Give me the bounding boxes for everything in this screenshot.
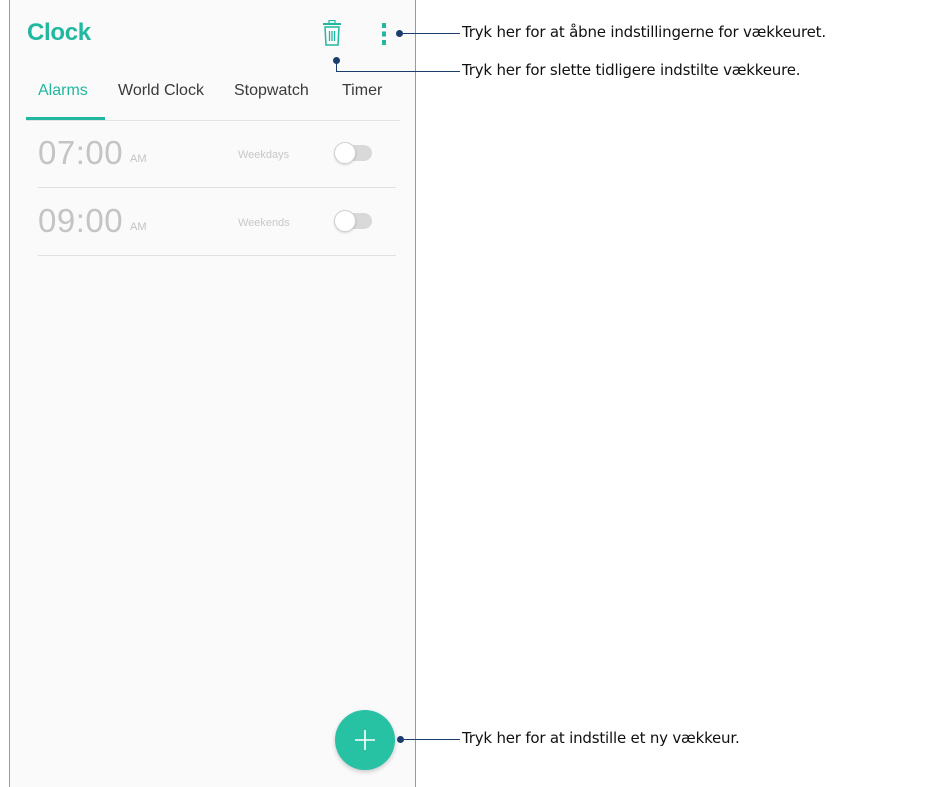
phone-screen: Clock Alarms World Clock Stopwatch Timer… [9, 0, 416, 787]
callout-line-delete [336, 71, 460, 72]
callout-add-text: Tryk her for at indstille et ny vækkeur. [462, 729, 740, 747]
toggle-knob [334, 142, 356, 164]
app-title: Clock [27, 19, 91, 46]
toggle-knob [334, 210, 356, 232]
alarm-row[interactable]: 07:00 AM Weekdays [38, 119, 396, 188]
overflow-menu-icon[interactable] [379, 22, 389, 46]
plus-icon [355, 730, 375, 750]
tab-timer[interactable]: Timer [342, 82, 382, 100]
alarm-ampm: AM [130, 153, 147, 165]
callout-delete-text: Tryk her for slette tidligere indstilte … [462, 61, 801, 79]
alarm-row[interactable]: 09:00 AM Weekends [38, 187, 396, 256]
tab-stopwatch[interactable]: Stopwatch [234, 82, 309, 100]
callout-settings-text: Tryk her for at åbne indstillingerne for… [462, 23, 826, 41]
add-alarm-button[interactable] [335, 710, 395, 770]
tab-alarms[interactable]: Alarms [38, 82, 88, 100]
alarm-ampm: AM [130, 221, 147, 233]
alarm-time: 09:00 [38, 202, 124, 239]
alarm-repeat-label: Weekdays [238, 149, 290, 161]
callout-line-settings [402, 33, 460, 34]
alarm-repeat-label: Weekends [238, 217, 290, 229]
alarm-toggle[interactable] [334, 210, 372, 232]
tab-bar: Alarms World Clock Stopwatch Timer [26, 76, 400, 121]
callout-line-add [402, 739, 460, 740]
alarm-toggle[interactable] [334, 142, 372, 164]
tab-world-clock[interactable]: World Clock [118, 82, 204, 100]
trash-icon[interactable] [321, 20, 343, 46]
alarm-time: 07:00 [38, 134, 124, 171]
